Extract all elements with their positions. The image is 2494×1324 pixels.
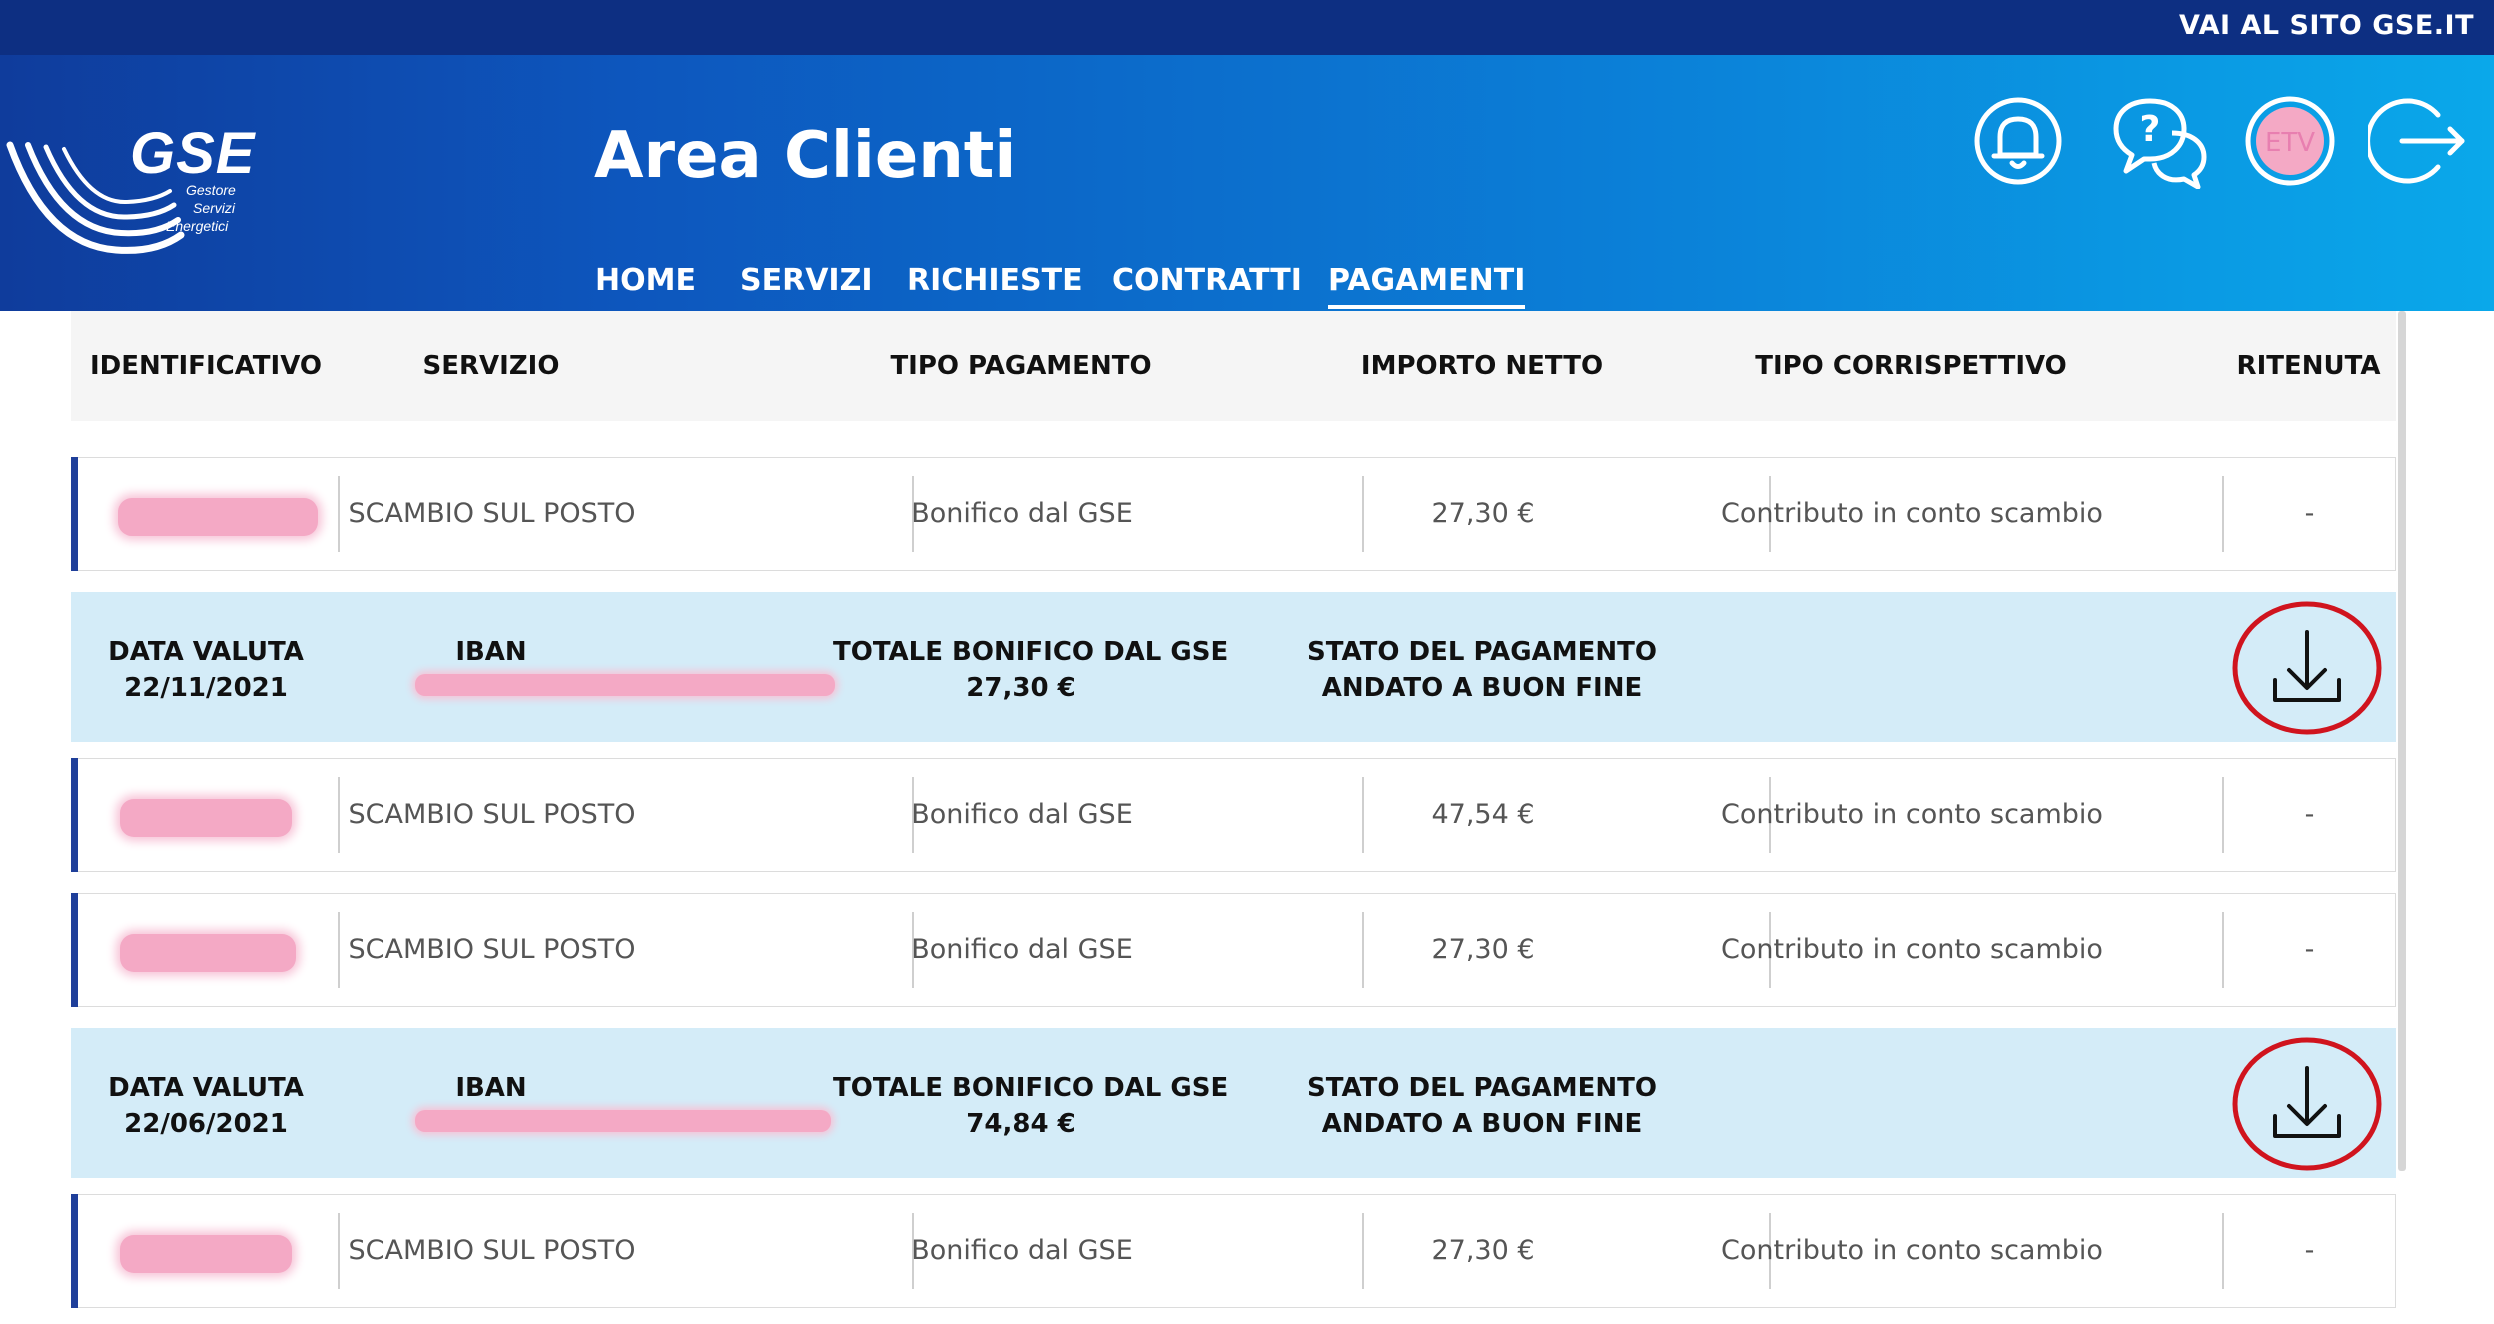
download-icon[interactable] <box>2229 1034 2385 1174</box>
cell-servizio: SCAMBIO SUL POSTO <box>348 799 636 830</box>
help-chat-icon[interactable]: ? <box>2110 93 2210 189</box>
download-icon[interactable] <box>2229 598 2385 738</box>
nav-home[interactable]: HOME <box>595 263 696 298</box>
cell-importo: 27,30 € <box>1431 1235 1535 1266</box>
logo-brand: GSE <box>130 121 256 186</box>
redacted-iban <box>415 1110 831 1132</box>
cell-tipo-pagamento: Bonifico dal GSE <box>911 1235 1133 1266</box>
detail-data-value: 22/11/2021 <box>124 673 288 703</box>
col-importo-netto: IMPORTO NETTO <box>1360 351 1604 381</box>
detail-stato-label: STATO DEL PAGAMENTO <box>1307 637 1657 667</box>
logo-line-3: Energetici <box>166 218 229 234</box>
cell-corrispettivo: Contributo in conto scambio <box>1721 799 2103 830</box>
redacted-identificativo <box>120 1235 292 1273</box>
col-servizio: SERVIZIO <box>422 351 560 381</box>
vertical-scrollbar[interactable] <box>2398 311 2406 1171</box>
col-identificativo: IDENTIFICATIVO <box>90 351 322 381</box>
col-tipo-pagamento: TIPO PAGAMENTO <box>890 351 1152 381</box>
table-row[interactable]: SCAMBIO SUL POSTO Bonifico dal GSE 27,30… <box>71 457 2396 571</box>
nav-pagamenti[interactable]: PAGAMENTI <box>1328 263 1526 309</box>
cell-tipo-pagamento: Bonifico dal GSE <box>911 498 1133 529</box>
avatar-initials: ETV <box>2265 128 2315 158</box>
cell-servizio: SCAMBIO SUL POSTO <box>348 498 636 529</box>
detail-totale-label: TOTALE BONIFICO DAL GSE <box>833 637 1229 667</box>
payment-detail: DATA VALUTA 22/06/2021 IBAN TOTALE BONIF… <box>71 1028 2396 1178</box>
table-row[interactable]: SCAMBIO SUL POSTO Bonifico dal GSE 27,30… <box>71 893 2396 1007</box>
nav-richieste[interactable]: RICHIESTE <box>907 263 1083 298</box>
table-row[interactable]: SCAMBIO SUL POSTO Bonifico dal GSE 47,54… <box>71 758 2396 872</box>
logo-line-1: Gestore <box>186 182 236 198</box>
cell-corrispettivo: Contributo in conto scambio <box>1721 934 2103 965</box>
cell-ritenuta: - <box>2304 1235 2315 1266</box>
svg-text:?: ? <box>2140 109 2161 150</box>
col-tipo-corrispettivo: TIPO CORRISPETTIVO <box>1755 351 2067 381</box>
payments-table: IDENTIFICATIVO SERVIZIO TIPO PAGAMENTO I… <box>0 311 2494 1324</box>
table-header: IDENTIFICATIVO SERVIZIO TIPO PAGAMENTO I… <box>71 311 2396 421</box>
col-ritenuta: RITENUTA <box>2236 351 2381 381</box>
header: GSE Gestore Servizi Energetici Area Clie… <box>0 55 2494 311</box>
detail-stato-label: STATO DEL PAGAMENTO <box>1307 1073 1657 1103</box>
cell-importo: 47,54 € <box>1431 799 1535 830</box>
cell-tipo-pagamento: Bonifico dal GSE <box>911 934 1133 965</box>
detail-data-label: DATA VALUTA <box>108 637 304 667</box>
cell-servizio: SCAMBIO SUL POSTO <box>348 934 636 965</box>
nav-servizi[interactable]: SERVIZI <box>740 263 873 298</box>
cell-corrispettivo: Contributo in conto scambio <box>1721 1235 2103 1266</box>
logo-line-2: Servizi <box>193 200 236 216</box>
cell-tipo-pagamento: Bonifico dal GSE <box>911 799 1133 830</box>
redacted-identificativo <box>118 498 318 536</box>
detail-totale-value: 74,84 € <box>966 1109 1076 1139</box>
detail-totale-label: TOTALE BONIFICO DAL GSE <box>833 1073 1229 1103</box>
detail-data-label: DATA VALUTA <box>108 1073 304 1103</box>
cell-ritenuta: - <box>2304 498 2315 529</box>
user-avatar[interactable]: ETV <box>2242 93 2338 189</box>
logout-icon[interactable] <box>2368 93 2468 189</box>
gse-site-link[interactable]: VAI AL SITO GSE.IT <box>2179 10 2474 41</box>
cell-corrispettivo: Contributo in conto scambio <box>1721 498 2103 529</box>
cell-ritenuta: - <box>2304 799 2315 830</box>
redacted-identificativo <box>120 799 292 837</box>
detail-stato-value: ANDATO A BUON FINE <box>1321 1109 1643 1139</box>
detail-totale-value: 27,30 € <box>966 673 1076 703</box>
top-strip: VAI AL SITO GSE.IT <box>0 0 2494 55</box>
detail-iban-label: IBAN <box>455 1073 527 1103</box>
cell-importo: 27,30 € <box>1431 498 1535 529</box>
detail-iban-label: IBAN <box>455 637 527 667</box>
table-row[interactable]: SCAMBIO SUL POSTO Bonifico dal GSE 27,30… <box>71 1194 2396 1308</box>
detail-stato-value: ANDATO A BUON FINE <box>1321 673 1643 703</box>
payment-detail: DATA VALUTA 22/11/2021 IBAN TOTALE BONIF… <box>71 592 2396 742</box>
cell-importo: 27,30 € <box>1431 934 1535 965</box>
redacted-identificativo <box>120 934 296 972</box>
detail-data-value: 22/06/2021 <box>124 1109 288 1139</box>
nav-contratti[interactable]: CONTRATTI <box>1112 263 1302 298</box>
cell-ritenuta: - <box>2304 934 2315 965</box>
page-title: Area Clienti <box>594 119 1017 193</box>
redacted-iban <box>415 674 835 696</box>
bell-icon[interactable] <box>1970 93 2066 189</box>
cell-servizio: SCAMBIO SUL POSTO <box>348 1235 636 1266</box>
